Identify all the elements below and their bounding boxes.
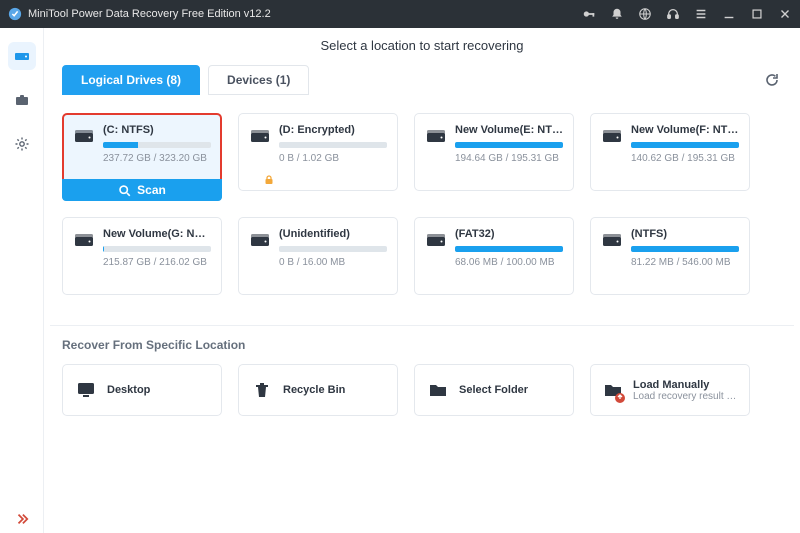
hard-drive-icon xyxy=(427,228,447,286)
drive-card[interactable]: New Volume(E: NTFS) 194.64 GB / 195.31 GB xyxy=(414,113,574,191)
drive-size: 237.72 GB / 323.20 GB xyxy=(103,153,211,164)
drive-card[interactable]: (NTFS) 81.22 MB / 546.00 MB xyxy=(590,217,750,295)
sidebar-item-recovery[interactable] xyxy=(8,42,36,70)
hard-drive-icon xyxy=(603,228,623,286)
tab-devices[interactable]: Devices (1) xyxy=(208,65,309,95)
drive-size: 81.22 MB / 546.00 MB xyxy=(631,257,739,268)
briefcase-icon xyxy=(14,92,30,108)
usage-bar xyxy=(103,142,211,148)
drive-card[interactable]: (D: Encrypted) 0 B / 1.02 GB xyxy=(238,113,398,191)
hard-drive-icon xyxy=(75,228,95,286)
location-recycle-bin[interactable]: Recycle Bin xyxy=(238,364,398,416)
tab-label: Devices (1) xyxy=(227,73,290,87)
drive-size: 0 B / 16.00 MB xyxy=(279,257,387,268)
drive-card[interactable]: (FAT32) 68.06 MB / 100.00 MB xyxy=(414,217,574,295)
drive-name: (FAT32) xyxy=(455,228,563,240)
tab-logical-drives[interactable]: Logical Drives (8) xyxy=(62,65,200,95)
usage-bar xyxy=(455,142,563,148)
chevron-right-double-icon xyxy=(15,512,29,526)
drive-name: (C: NTFS) xyxy=(103,124,211,136)
folder-icon xyxy=(427,379,449,401)
drive-name: New Volume(F: NTFS) xyxy=(631,124,739,136)
hard-drive-icon xyxy=(603,124,623,182)
scan-label: Scan xyxy=(137,183,166,197)
drive-card[interactable]: New Volume(F: NTFS) 140.62 GB / 195.31 GB xyxy=(590,113,750,191)
bell-icon[interactable] xyxy=(610,7,624,21)
minimize-button[interactable] xyxy=(722,7,736,21)
drive-name: (D: Encrypted) xyxy=(279,124,387,136)
gear-icon xyxy=(14,136,30,152)
refresh-button[interactable] xyxy=(762,70,782,90)
location-load-manually[interactable]: Load Manually Load recovery result (*... xyxy=(590,364,750,416)
tab-label: Logical Drives (8) xyxy=(81,73,181,87)
sidebar-expand-button[interactable] xyxy=(8,505,36,533)
drive-name: (NTFS) xyxy=(631,228,739,240)
drive-size: 68.06 MB / 100.00 MB xyxy=(455,257,563,268)
menu-icon[interactable] xyxy=(694,7,708,21)
drive-size: 194.64 GB / 195.31 GB xyxy=(455,153,563,164)
trash-icon xyxy=(251,379,273,401)
search-icon xyxy=(118,184,131,197)
lock-icon xyxy=(264,175,274,185)
location-label: Load Manually xyxy=(633,379,738,391)
hard-drive-icon xyxy=(251,228,271,286)
usage-bar xyxy=(631,142,739,148)
hard-drive-icon xyxy=(251,124,271,182)
window-title: MiniTool Power Data Recovery Free Editio… xyxy=(28,8,271,20)
location-label: Select Folder xyxy=(459,384,528,396)
drive-size: 0 B / 1.02 GB xyxy=(279,153,387,164)
page-heading: Select a location to start recovering xyxy=(62,38,782,53)
globe-icon[interactable] xyxy=(638,7,652,21)
location-sublabel: Load recovery result (*... xyxy=(633,391,738,402)
close-button[interactable] xyxy=(778,7,792,21)
scan-button[interactable]: Scan xyxy=(62,179,222,201)
drive-card[interactable]: (C: NTFS) 237.72 GB / 323.20 GB Scan xyxy=(62,113,222,201)
drive-grid: (C: NTFS) 237.72 GB / 323.20 GB Scan (D: En… xyxy=(62,113,782,295)
location-label: Desktop xyxy=(107,384,150,396)
section-title: Recover From Specific Location xyxy=(62,338,782,352)
location-select-folder[interactable]: Select Folder xyxy=(414,364,574,416)
app-logo-icon xyxy=(8,7,22,21)
drive-name: New Volume(E: NTFS) xyxy=(455,124,563,136)
usage-bar xyxy=(631,246,739,252)
location-label: Recycle Bin xyxy=(283,384,345,396)
refresh-icon xyxy=(764,72,780,88)
usage-bar xyxy=(279,246,387,252)
key-icon[interactable] xyxy=(582,7,596,21)
title-bar: MiniTool Power Data Recovery Free Editio… xyxy=(0,0,800,28)
usage-bar xyxy=(103,246,211,252)
drive-name: (Unidentified) xyxy=(279,228,387,240)
sidebar xyxy=(0,28,44,533)
usage-bar xyxy=(455,246,563,252)
drive-card[interactable]: (Unidentified) 0 B / 16.00 MB xyxy=(238,217,398,295)
desktop-icon xyxy=(75,379,97,401)
drive-name: New Volume(G: NTFS) xyxy=(103,228,211,240)
maximize-button[interactable] xyxy=(750,7,764,21)
hard-drive-icon xyxy=(427,124,447,182)
sidebar-item-settings[interactable] xyxy=(8,130,36,158)
drive-icon xyxy=(14,48,30,64)
load-icon xyxy=(603,379,623,401)
drive-size: 215.87 GB / 216.02 GB xyxy=(103,257,211,268)
sidebar-item-toolbox[interactable] xyxy=(8,86,36,114)
headphones-icon[interactable] xyxy=(666,7,680,21)
location-desktop[interactable]: Desktop xyxy=(62,364,222,416)
drive-card[interactable]: New Volume(G: NTFS) 215.87 GB / 216.02 GB xyxy=(62,217,222,295)
usage-bar xyxy=(279,142,387,148)
drive-size: 140.62 GB / 195.31 GB xyxy=(631,153,739,164)
